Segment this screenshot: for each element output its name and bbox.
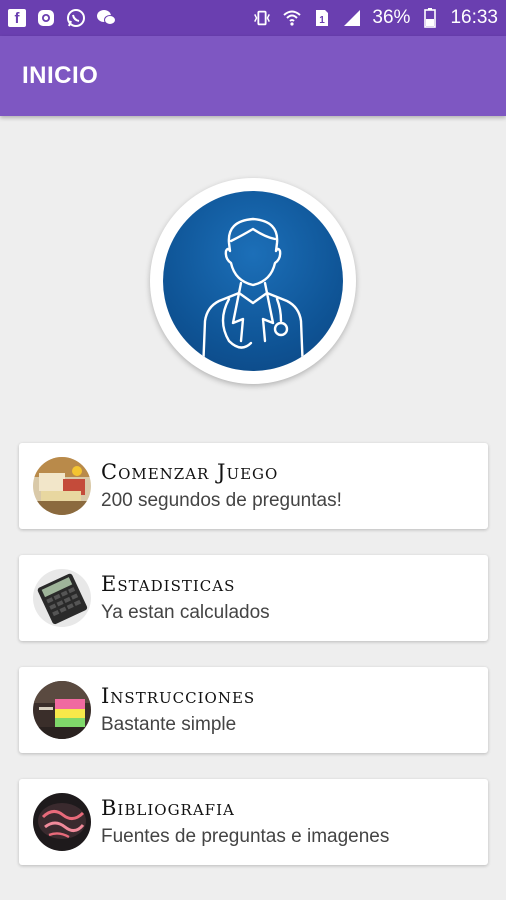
clock: 16:33 [450, 7, 498, 28]
menu-item-estadisticas[interactable]: Estadisticas Ya estan calculados [19, 555, 488, 641]
menu-item-instrucciones[interactable]: Instrucciones Bastante simple [19, 667, 488, 753]
menu-item-title: Instrucciones [101, 684, 256, 708]
status-bar: f 1 36% 16:33 [0, 0, 506, 36]
status-system: 1 36% 16:33 [252, 7, 498, 29]
svg-text:1: 1 [320, 15, 326, 26]
wechat-icon [96, 8, 116, 28]
page-title: INICIO [22, 62, 99, 89]
menu-item-subtitle: Bastante simple [101, 714, 237, 735]
sim-icon: 1 [312, 8, 332, 28]
menu-item-title: Estadisticas [101, 572, 236, 596]
doctor-avatar [150, 178, 356, 384]
doctor-icon [163, 191, 343, 371]
menu-item-title: Comenzar Juego [101, 460, 279, 484]
menu-item-subtitle: Ya estan calculados [101, 602, 270, 623]
battery-icon [420, 8, 440, 28]
game-thumb-icon [33, 457, 91, 515]
status-notifications: f [8, 8, 116, 28]
instagram-icon [36, 8, 56, 28]
vibrate-icon [252, 8, 272, 28]
calculator-thumb-icon [33, 569, 91, 627]
whatsapp-icon [66, 8, 86, 28]
menu-item-comenzar-juego[interactable]: Comenzar Juego 200 segundos de preguntas… [19, 443, 488, 529]
books-thumb-icon [33, 793, 91, 851]
signal-icon [342, 8, 362, 28]
app-bar: INICIO [0, 36, 506, 116]
battery-level: 36% [372, 7, 411, 28]
menu-item-title: Bibliografia [101, 796, 235, 820]
menu-item-subtitle: 200 segundos de preguntas! [101, 490, 342, 511]
menu-item-subtitle: Fuentes de preguntas e imagenes [101, 826, 390, 847]
sticky-notes-thumb-icon [33, 681, 91, 739]
wifi-icon [282, 8, 302, 28]
facebook-icon: f [8, 9, 26, 27]
menu-item-bibliografia[interactable]: Bibliografia Fuentes de preguntas e imag… [19, 779, 488, 865]
